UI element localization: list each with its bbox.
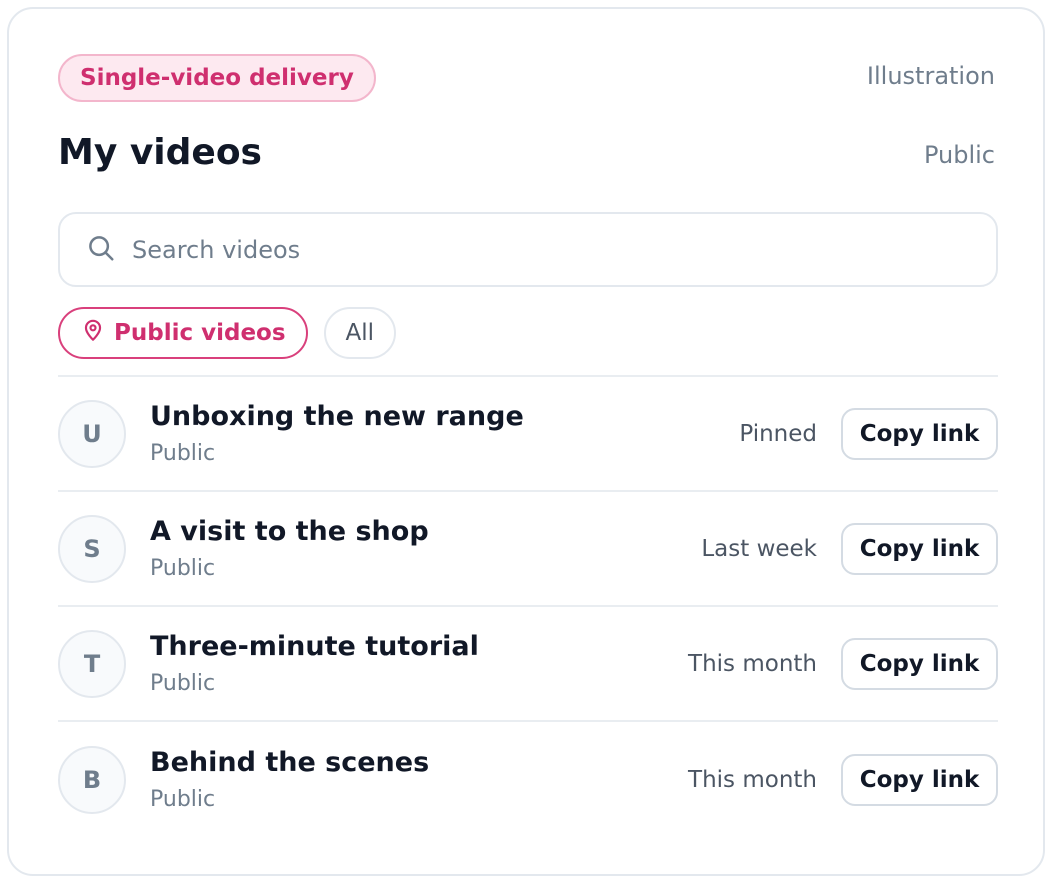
video-visibility: Public — [150, 555, 216, 581]
copy-link-button[interactable]: Copy link — [841, 407, 998, 460]
video-title: Unboxing the new range — [150, 400, 524, 432]
video-title: Behind the scenes — [150, 746, 430, 778]
page-title: My videos — [58, 132, 262, 173]
filter-chip-all[interactable]: All — [323, 307, 397, 359]
video-meta: This month — [688, 650, 817, 677]
videos-card: Single-video delivery Illustration My vi… — [7, 7, 1045, 876]
avatar: U — [58, 399, 126, 468]
copy-link-button[interactable]: Copy link — [841, 637, 998, 690]
filter-chip-label: Public videos — [114, 320, 286, 346]
avatar: B — [58, 745, 126, 814]
search-box[interactable] — [58, 212, 998, 287]
search-input[interactable] — [132, 229, 972, 270]
filter-chips: Public videos All — [58, 307, 397, 359]
list-item: U Unboxing the new range Public Pinned C… — [58, 377, 998, 492]
video-visibility: Public — [150, 440, 216, 466]
video-title: Three-minute tutorial — [150, 630, 479, 662]
video-list: U Unboxing the new range Public Pinned C… — [58, 375, 998, 837]
search-icon — [86, 233, 116, 267]
visibility-label: Public — [923, 141, 995, 169]
video-title: A visit to the shop — [150, 515, 429, 547]
video-visibility: Public — [150, 670, 216, 696]
list-item: T Three-minute tutorial Public This mont… — [58, 607, 998, 722]
video-visibility: Public — [150, 786, 216, 812]
location-pin-icon — [80, 317, 114, 349]
copy-link-button[interactable]: Copy link — [841, 522, 998, 575]
video-meta: This month — [688, 766, 817, 793]
list-item: S A visit to the shop Public Last week C… — [58, 492, 998, 607]
filter-chip-public-videos[interactable]: Public videos — [58, 307, 308, 359]
copy-link-button[interactable]: Copy link — [841, 753, 998, 806]
illustration-label: Illustration — [866, 62, 995, 90]
list-item: B Behind the scenes Public This month Co… — [58, 722, 998, 837]
delivery-badge: Single-video delivery — [58, 54, 376, 102]
video-meta: Last week — [701, 535, 817, 562]
avatar: T — [58, 629, 126, 698]
avatar: S — [58, 514, 126, 583]
video-meta: Pinned — [739, 420, 817, 447]
